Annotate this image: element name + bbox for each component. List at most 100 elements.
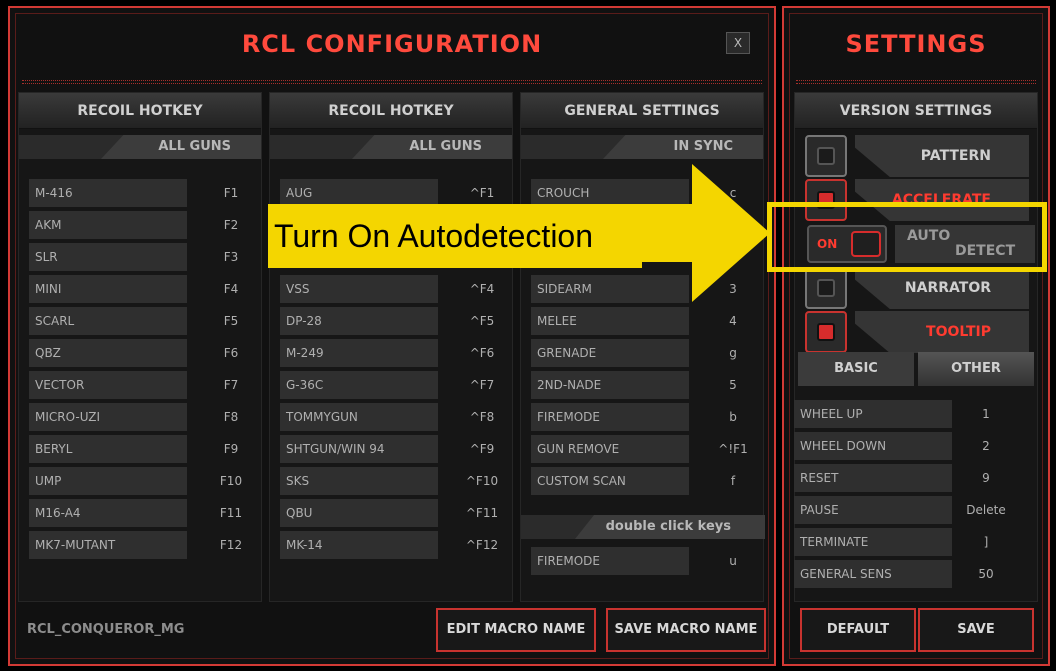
row-label: TOMMYGUN — [280, 403, 438, 431]
toggle-label: NARRATOR — [855, 267, 1029, 309]
row-hotkey[interactable]: b — [699, 403, 767, 431]
row-value[interactable]: 50 — [952, 560, 1020, 588]
row-hotkey[interactable]: F1 — [197, 179, 265, 207]
row-label: UMP — [29, 467, 187, 495]
panel-subheader: ALL GUNS — [19, 135, 261, 159]
pattern-toggle[interactable] — [805, 135, 847, 177]
row-hotkey[interactable]: F6 — [197, 339, 265, 367]
row-label: SKS — [280, 467, 438, 495]
row-hotkey[interactable]: ^F7 — [448, 371, 516, 399]
rcl-configuration-window: RCL CONFIGURATION X RECOIL HOTKEY ALL GU… — [8, 6, 776, 666]
close-button[interactable]: X — [726, 32, 750, 54]
row-hotkey[interactable]: g — [699, 339, 767, 367]
row-label: M-416 — [29, 179, 187, 207]
row-label: M-249 — [280, 339, 438, 367]
row-label: FIREMODE — [531, 547, 689, 575]
panel-subheader: ALL GUNS — [270, 135, 512, 159]
default-button[interactable]: DEFAULT — [800, 608, 916, 652]
toggle-knob — [817, 279, 835, 297]
double-click-header: double click keys — [521, 515, 765, 539]
row-value[interactable]: 2 — [952, 432, 1020, 460]
row-value[interactable]: ] — [952, 528, 1020, 556]
row-hotkey[interactable]: f — [699, 467, 767, 495]
row-hotkey[interactable]: F5 — [197, 307, 265, 335]
row-value[interactable]: 9 — [952, 464, 1020, 492]
version-settings-panel: VERSION SETTINGS PATTERN ACCELERATE ON A… — [794, 92, 1038, 602]
toggle-knob — [817, 323, 835, 341]
macro-name-label: RCL_CONQUEROR_MG — [27, 622, 185, 637]
title-divider — [796, 80, 1036, 84]
row-label: MK-14 — [280, 531, 438, 559]
row-hotkey[interactable]: F8 — [197, 403, 265, 431]
row-label: MINI — [29, 275, 187, 303]
tab-basic[interactable]: BASIC — [798, 352, 914, 386]
row-label: WHEEL DOWN — [794, 432, 952, 460]
panel-header: RECOIL HOTKEY — [19, 93, 261, 129]
row-hotkey[interactable]: 4 — [699, 307, 767, 335]
row-hotkey[interactable]: F12 — [197, 531, 265, 559]
row-hotkey[interactable]: F9 — [197, 435, 265, 463]
toggle-label: TOOLTIP — [855, 311, 1029, 353]
row-hotkey[interactable]: ^!F1 — [699, 435, 767, 463]
row-label: M16-A4 — [29, 499, 187, 527]
row-value[interactable]: Delete — [952, 496, 1020, 524]
row-label: VSS — [280, 275, 438, 303]
toggle-row-tooltip: TOOLTIP — [805, 311, 1029, 353]
row-hotkey[interactable]: 5 — [699, 371, 767, 399]
narrator-toggle[interactable] — [805, 267, 847, 309]
row-label: SLR — [29, 243, 187, 271]
row-hotkey[interactable]: ^F11 — [448, 499, 516, 527]
recoil-hotkey-panel-2: RECOIL HOTKEY ALL GUNS AUG ^F1 VSS ^F4 DP-28… — [269, 92, 513, 602]
row-hotkey[interactable]: F2 — [197, 211, 265, 239]
table-row: WHEEL UP 1 — [794, 400, 1018, 428]
settings-title: SETTINGS — [845, 30, 987, 58]
table-row: WHEEL DOWN 2 — [794, 432, 1018, 460]
row-value[interactable]: 1 — [952, 400, 1020, 428]
row-label: MK7-MUTANT — [29, 531, 187, 559]
row-label: AKM — [29, 211, 187, 239]
row-label: BERYL — [29, 435, 187, 463]
row-hotkey[interactable]: u — [699, 547, 767, 575]
panel-subheader: IN SYNC — [521, 135, 763, 159]
panel-header: VERSION SETTINGS — [795, 93, 1037, 129]
settings-window: SETTINGS VERSION SETTINGS PATTERN ACCELE… — [782, 6, 1050, 666]
row-hotkey[interactable]: F3 — [197, 243, 265, 271]
window-title: RCL CONFIGURATION — [241, 30, 543, 58]
save-macro-name-button[interactable]: SAVE MACRO NAME — [606, 608, 766, 652]
row-hotkey[interactable]: ^F4 — [448, 275, 516, 303]
row-label: AUG — [280, 179, 438, 207]
row-hotkey[interactable]: ^F6 — [448, 339, 516, 367]
toggle-knob — [817, 147, 835, 165]
subheader-tab: ALL GUNS — [101, 135, 261, 159]
table-row: PAUSE Delete — [794, 496, 1018, 524]
row-label: MELEE — [531, 307, 689, 335]
row-label: GRENADE — [531, 339, 689, 367]
row-hotkey[interactable]: ^F1 — [448, 179, 516, 207]
row-hotkey[interactable]: F4 — [197, 275, 265, 303]
row-hotkey[interactable]: ^F12 — [448, 531, 516, 559]
row-label: GUN REMOVE — [531, 435, 689, 463]
row-label: PAUSE — [794, 496, 952, 524]
row-label: SHTGUN/WIN 94 — [280, 435, 438, 463]
row-hotkey[interactable]: ^F5 — [448, 307, 516, 335]
row-label: DP-28 — [280, 307, 438, 335]
tooltip-toggle[interactable] — [805, 311, 847, 353]
row-label: GENERAL SENS — [794, 560, 952, 588]
row-hotkey[interactable]: ^F10 — [448, 467, 516, 495]
row-hotkey[interactable]: ^F9 — [448, 435, 516, 463]
toggle-row-pattern: PATTERN — [805, 135, 1029, 177]
row-hotkey[interactable]: F7 — [197, 371, 265, 399]
row-hotkey[interactable]: F10 — [197, 467, 265, 495]
recoil-hotkey-panel-1: RECOIL HOTKEY ALL GUNS M-416 F1 AKM F2 SLR F3… — [18, 92, 262, 602]
toggle-label: PATTERN — [855, 135, 1029, 177]
row-label: G-36C — [280, 371, 438, 399]
double-click-tab: double click keys — [575, 515, 765, 539]
row-hotkey[interactable]: F11 — [197, 499, 265, 527]
save-button[interactable]: SAVE — [918, 608, 1034, 652]
subheader-tab: ALL GUNS — [352, 135, 512, 159]
tab-other[interactable]: OTHER — [918, 352, 1034, 386]
table-row: TERMINATE] — [794, 528, 1018, 556]
row-hotkey[interactable]: ^F8 — [448, 403, 516, 431]
row-label: WHEEL UP — [794, 400, 952, 428]
edit-macro-name-button[interactable]: EDIT MACRO NAME — [436, 608, 596, 652]
